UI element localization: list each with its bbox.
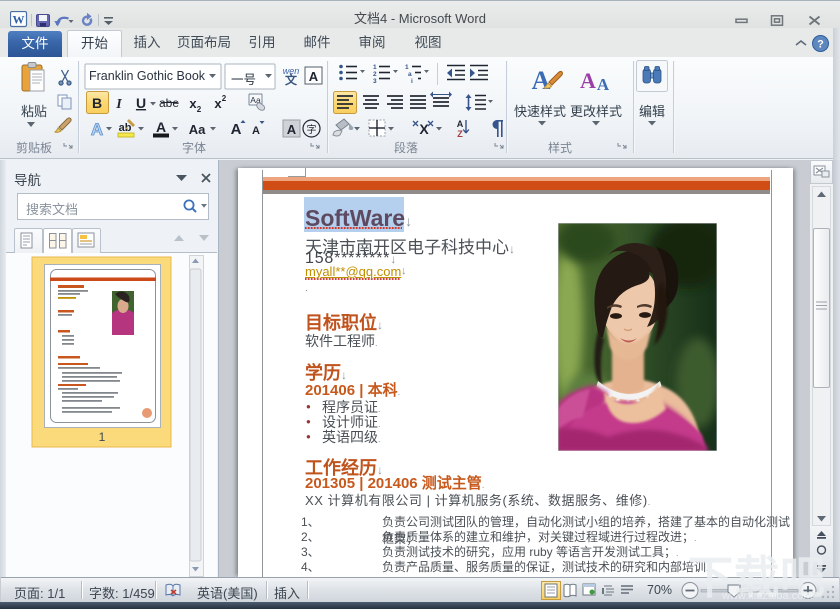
svg-text:1: 1 (405, 64, 409, 71)
svg-text:A: A (252, 125, 260, 137)
svg-text:A: A (457, 119, 464, 129)
svg-text:3: 3 (373, 78, 377, 85)
svg-text:2: 2 (197, 105, 202, 114)
svg-text:a: a (408, 71, 412, 78)
svg-text:?: ? (817, 39, 824, 51)
svg-text:A: A (532, 66, 551, 95)
svg-text:A: A (91, 120, 103, 139)
svg-text:1: 1 (373, 64, 377, 71)
svg-text:B: B (92, 95, 102, 111)
svg-text:ab: ab (119, 122, 132, 134)
svg-text:1: 1 (99, 430, 106, 444)
svg-text:U: U (136, 95, 146, 111)
svg-text:文: 文 (285, 72, 298, 87)
svg-text:i: i (411, 78, 413, 85)
svg-text:A: A (156, 119, 166, 135)
svg-text:2: 2 (373, 71, 377, 78)
svg-text:2: 2 (222, 94, 227, 103)
svg-text:X: X (419, 121, 429, 137)
svg-text:A: A (580, 68, 596, 93)
svg-text:Z: Z (457, 129, 463, 139)
svg-text:A: A (231, 121, 242, 138)
svg-text:I: I (115, 97, 122, 112)
svg-text:A: A (309, 69, 319, 84)
svg-text:A: A (287, 122, 297, 137)
svg-text:Aa: Aa (189, 122, 206, 137)
svg-text:A: A (597, 75, 610, 94)
svg-text:字: 字 (307, 123, 317, 136)
